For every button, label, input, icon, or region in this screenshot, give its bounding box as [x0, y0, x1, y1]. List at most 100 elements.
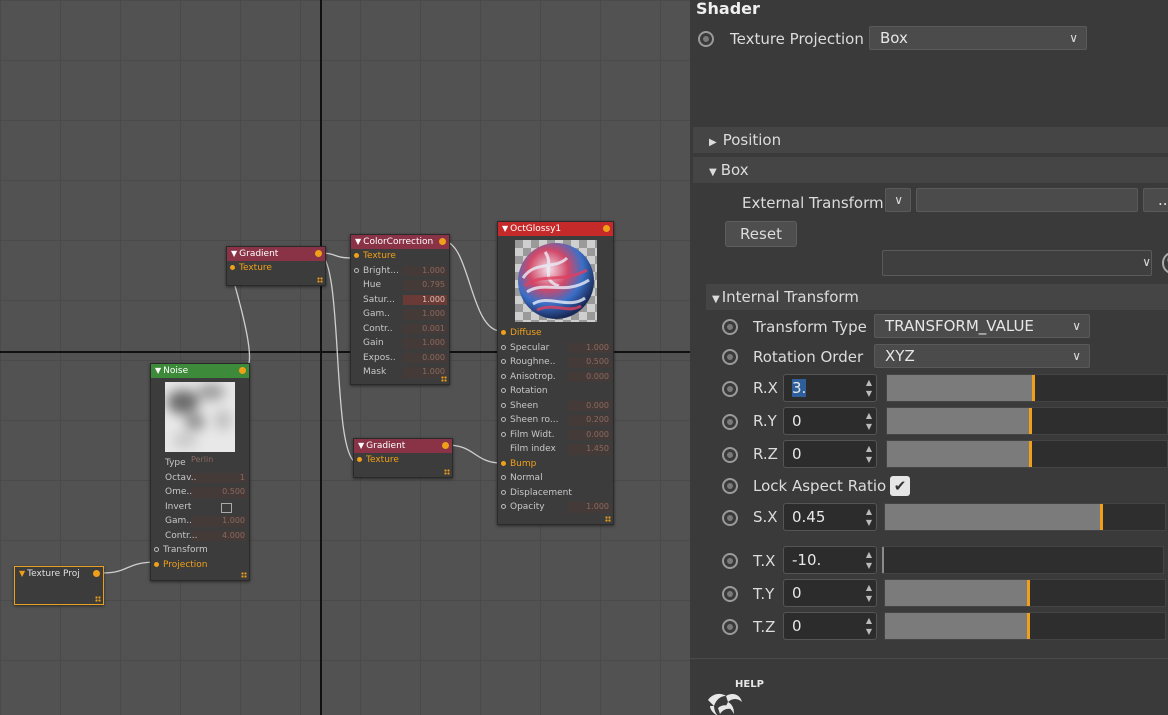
node-input[interactable]: Film Widt. 0.000 [498, 428, 613, 443]
octglossy-node[interactable]: ▼ OctGlossy1 Diffuse Specular 1.000 Roughn… [497, 221, 614, 525]
node-input[interactable]: Diffuse [498, 326, 613, 341]
texture-projection-node-header[interactable]: ▼ Texture Proj [15, 567, 103, 581]
section-box[interactable]: ▼ Box [693, 157, 1168, 183]
rz-slider[interactable] [886, 440, 1168, 468]
node-input[interactable]: Sheen ro... 0.200 [498, 413, 613, 428]
tx-animate-icon[interactable] [722, 553, 738, 569]
external-transform-browse-button[interactable]: ... [1143, 188, 1168, 212]
spin-arrows-icon[interactable]: ▲ ▼ [866, 582, 872, 604]
node-input[interactable]: Contr.. 0.001 [351, 322, 449, 337]
output-pin[interactable] [439, 238, 446, 245]
spin-arrows-icon[interactable]: ▲ ▼ [866, 410, 872, 432]
spin-arrows-icon[interactable]: ▲ ▼ [866, 615, 872, 637]
gradient-node-2[interactable]: ▼ Gradient Texture [353, 438, 453, 478]
rz-input[interactable]: 0 ▲ ▼ [783, 440, 877, 468]
node-input[interactable]: Type Perlin [151, 455, 249, 471]
spin-arrows-icon[interactable]: ▲ ▼ [866, 506, 872, 528]
lock-aspect-animate-icon[interactable] [722, 478, 738, 494]
node-input[interactable]: Specular 1.000 [498, 341, 613, 356]
transform-type-dropdown[interactable]: TRANSFORM_VALUE ∨ [874, 314, 1090, 338]
ty-slider[interactable] [884, 579, 1166, 607]
node-input[interactable]: Mask 1.000 [351, 365, 449, 380]
node-input[interactable]: Hue 0.795 [351, 278, 449, 293]
slider-handle[interactable] [1028, 441, 1032, 467]
gradient-node-2-header[interactable]: ▼ Gradient [354, 439, 452, 453]
node-input[interactable]: Film index 1.450 [498, 442, 613, 457]
node-input[interactable]: Anisotrop. 0.000 [498, 370, 613, 385]
output-pin[interactable] [603, 225, 610, 232]
tx-slider[interactable] [882, 546, 1164, 574]
tx-input[interactable]: -10. ▲ ▼ [783, 546, 877, 574]
rz-animate-icon[interactable] [722, 447, 738, 463]
rx-animate-icon[interactable] [722, 381, 738, 397]
node-input[interactable]: Sheen 0.000 [498, 399, 613, 414]
rotation-order-dropdown[interactable]: XYZ ∨ [874, 344, 1090, 368]
gradient-node-1[interactable]: ▼ Gradient Texture [226, 246, 326, 286]
output-pin[interactable] [315, 250, 322, 257]
texture-projection-dropdown[interactable]: Box ∨ [869, 26, 1087, 50]
resize-grip[interactable] [241, 572, 247, 578]
node-input[interactable]: Expos.. 0.000 [351, 351, 449, 366]
output-pin[interactable] [93, 570, 100, 577]
slider-handle[interactable] [1026, 580, 1030, 606]
node-input[interactable]: Transform [151, 543, 249, 558]
ry-input[interactable]: 0 ▲ ▼ [783, 407, 877, 435]
link-circle-icon[interactable] [1162, 252, 1168, 274]
tz-slider[interactable] [884, 612, 1166, 640]
rx-input[interactable]: 3. ▲ ▼ [783, 374, 877, 402]
node-input[interactable]: Displacement [498, 486, 613, 501]
section-position[interactable]: ▶ Position [693, 127, 1168, 153]
tz-animate-icon[interactable] [722, 619, 738, 635]
ty-input[interactable]: 0 ▲ ▼ [783, 579, 877, 607]
texture-projection-animate-icon[interactable] [698, 31, 714, 47]
node-input[interactable]: Bright... 1.000 [351, 264, 449, 279]
spin-arrows-icon[interactable]: ▲ ▼ [866, 443, 872, 465]
tz-input[interactable]: 0 ▲ ▼ [783, 612, 877, 640]
colorcorrection-node[interactable]: ▼ ColorCorrection Texture Bright... 1.000 … [350, 234, 450, 385]
node-input[interactable]: Opacity 1.000 [498, 500, 613, 515]
texture-projection-node[interactable]: ▼ Texture Proj [14, 566, 104, 605]
node-input[interactable]: Contr... 4.000 [151, 529, 249, 544]
ty-animate-icon[interactable] [722, 586, 738, 602]
sx-input[interactable]: 0.45 ▲ ▼ [783, 503, 877, 531]
output-pin[interactable] [442, 442, 449, 449]
rotation-order-animate-icon[interactable] [722, 349, 738, 365]
node-input[interactable]: Gam.. 1.000 [351, 307, 449, 322]
resize-grip[interactable] [444, 469, 450, 475]
output-pin[interactable] [239, 367, 246, 374]
sx-animate-icon[interactable] [722, 510, 738, 526]
resize-grip[interactable] [95, 596, 101, 602]
colorcorrection-node-header[interactable]: ▼ ColorCorrection [351, 235, 449, 249]
node-input[interactable]: Projection [151, 558, 249, 573]
external-transform-dropdown[interactable]: ∨ [885, 188, 911, 212]
spin-arrows-icon[interactable]: ▲ ▼ [866, 377, 872, 399]
ry-animate-icon[interactable] [722, 414, 738, 430]
link-dropdown-chevron[interactable]: ∨ [1136, 251, 1152, 275]
slider-handle[interactable] [1026, 613, 1030, 639]
octglossy-node-header[interactable]: ▼ OctGlossy1 [498, 222, 613, 236]
resize-grip[interactable] [441, 376, 447, 382]
ry-slider[interactable] [886, 407, 1168, 435]
node-input[interactable]: Octav.. 1 [151, 471, 249, 486]
slider-handle[interactable] [882, 547, 884, 573]
node-input[interactable]: Roughne.. 0.500 [498, 355, 613, 370]
slider-handle[interactable] [1031, 375, 1035, 401]
resize-grip[interactable] [605, 516, 611, 522]
noise-node[interactable]: ▼ Noise Type Perlin Octav.. 1 Ome.. 0.500 In… [150, 363, 250, 581]
invert-checkbox[interactable] [221, 502, 232, 513]
slider-handle[interactable] [1028, 408, 1032, 434]
node-input[interactable]: Invert [151, 500, 249, 515]
node-input-texture[interactable]: Texture [227, 261, 325, 276]
node-input[interactable]: Rotation [498, 384, 613, 399]
sx-slider[interactable] [884, 503, 1166, 531]
node-graph[interactable]: ▼ Gradient Texture ▼ ColorCorrection Textu… [0, 0, 690, 715]
node-input[interactable]: Texture [351, 249, 449, 264]
node-input-texture[interactable]: Texture [354, 453, 452, 468]
node-input[interactable]: Bump [498, 457, 613, 472]
resize-grip[interactable] [317, 277, 323, 283]
transform-type-animate-icon[interactable] [722, 319, 738, 335]
help-label[interactable]: HELP [735, 679, 764, 690]
node-input[interactable]: Satur... 1.000 [351, 293, 449, 308]
link-field[interactable] [882, 250, 1152, 276]
noise-node-header[interactable]: ▼ Noise [151, 364, 249, 378]
